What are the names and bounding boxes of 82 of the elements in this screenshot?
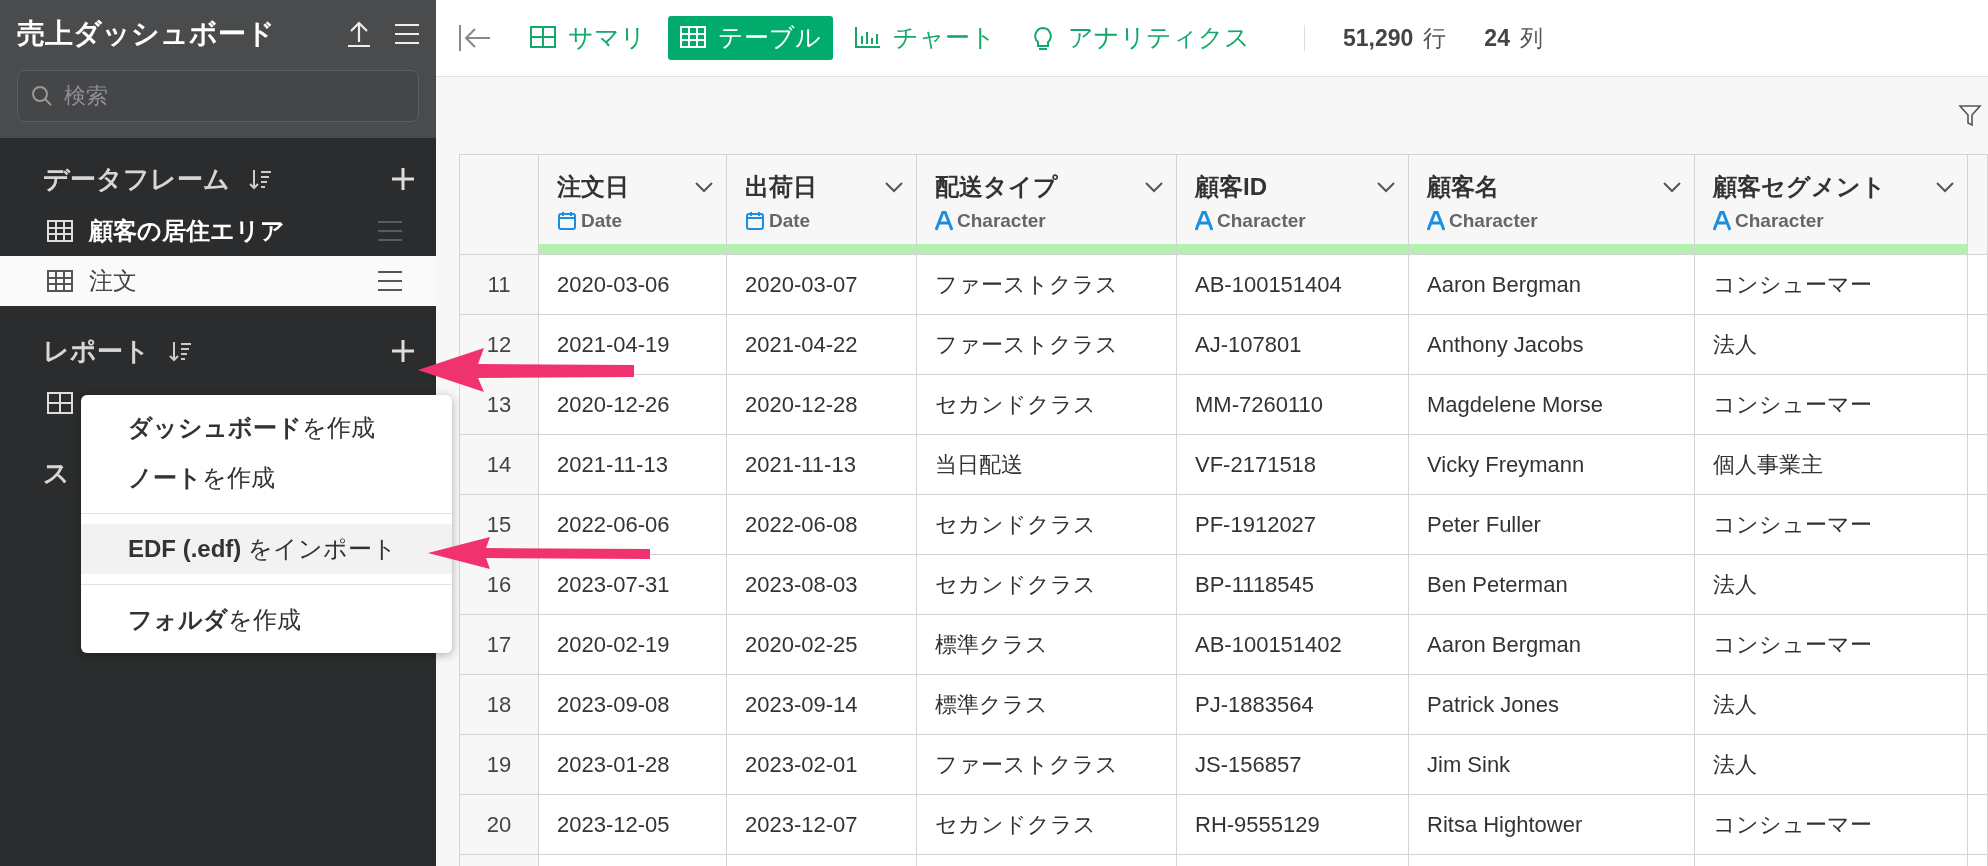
table-cell: AB-100151404 — [1176, 254, 1409, 315]
row-number: 17 — [459, 614, 539, 675]
column-name: 顧客セグメント — [1713, 172, 1887, 202]
column-type: Date — [581, 209, 623, 233]
table-cell: AB-100151402 — [1176, 614, 1409, 675]
table-cell: PJ-1883564 — [1176, 674, 1409, 735]
table-cell: 法人 — [1694, 674, 1968, 735]
table-cell: 2023-02-01 — [726, 734, 917, 795]
column-type: Date — [769, 209, 811, 233]
table-cell: コンシューマー — [1694, 374, 1968, 435]
sidebar-title: 売上ダッシュボード — [17, 17, 276, 51]
row-number: 11 — [459, 254, 539, 315]
table-cell: 法人 — [1694, 314, 1968, 375]
column-name: 出荷日 — [745, 172, 818, 202]
column-type: Character — [1735, 209, 1824, 233]
row-number: 18 — [459, 674, 539, 735]
row-count: 24 — [1484, 23, 1510, 53]
table-cell: Aaron Bergman — [1408, 614, 1695, 675]
table-cell: コンシューマー — [1694, 614, 1968, 675]
table-cell: Magdelene Morse — [1408, 374, 1695, 435]
table-cell: AJ-107801 — [1176, 314, 1409, 375]
table-cell: 2023-09-08 — [538, 674, 727, 735]
table-cell: PF-1912027 — [1176, 494, 1409, 555]
column-name: 顧客ID — [1195, 172, 1268, 202]
table-cell: 2022-06-08 — [726, 494, 917, 555]
row-number: 19 — [459, 734, 539, 795]
table-cell: 2023-08-03 — [726, 554, 917, 615]
table-cell: 2020-02-19 — [538, 614, 727, 675]
table-cell: 2020-02-25 — [726, 614, 917, 675]
table-cell: 当日配送 — [916, 434, 1177, 495]
table-cell: Ritsa Hightower — [1408, 794, 1695, 855]
table-cell: 2020-03-07 — [726, 254, 917, 315]
table-cell: 2021-04-22 — [726, 314, 917, 375]
column-name: 配送タイプ — [935, 172, 1059, 202]
table-cell: コンシューマー — [1694, 794, 1968, 855]
column-name: 顧客名 — [1427, 172, 1500, 202]
row-count: 51,290 — [1343, 23, 1414, 53]
column-type: Character — [1217, 209, 1306, 233]
table-cell: セカンドクラス — [916, 494, 1177, 555]
table-cell: ファーストクラス — [916, 254, 1177, 315]
table-cell: 法人 — [1694, 554, 1968, 615]
table-cell: 法人 — [1694, 734, 1968, 795]
table-cell: セカンドクラス — [916, 794, 1177, 855]
table-cell: 2021-11-13 — [538, 434, 727, 495]
count-unit: 列 — [1519, 23, 1543, 53]
table-cell: Peter Fuller — [1408, 494, 1695, 555]
table-cell: セカンドクラス — [916, 554, 1177, 615]
table-cell: 2020-03-06 — [538, 254, 727, 315]
table-cell: ファーストクラス — [916, 314, 1177, 375]
table-cell: コンシューマー — [1694, 254, 1968, 315]
table-cell: Ben Peterman — [1408, 554, 1695, 615]
table-cell: セカンドクラス — [916, 374, 1177, 435]
column-name: 注文日 — [557, 172, 630, 202]
section-title: ス — [43, 456, 70, 490]
section-title: レポート — [43, 334, 150, 368]
table-cell: VF-2171518 — [1176, 434, 1409, 495]
table-cell: MM-7260110 — [1176, 374, 1409, 435]
table-cell: 標準クラス — [916, 674, 1177, 735]
section-title: データフレーム — [43, 162, 230, 196]
table-cell: JS-156857 — [1176, 734, 1409, 795]
table-cell: 2023-12-07 — [726, 794, 917, 855]
table-cell: ファーストクラス — [916, 734, 1177, 795]
table-cell: Aaron Bergman — [1408, 254, 1695, 315]
table-cell: 2023-01-28 — [538, 734, 727, 795]
table-cell: コンシューマー — [1694, 494, 1968, 555]
table-cell: RH-9555129 — [1176, 794, 1409, 855]
table-cell: 2023-09-14 — [726, 674, 917, 735]
table-cell: 2020-12-28 — [726, 374, 917, 435]
count-unit: 行 — [1423, 23, 1447, 53]
table-cell: 標準クラス — [916, 614, 1177, 675]
row-number: 20 — [459, 794, 539, 855]
table-cell: 2023-12-05 — [538, 794, 727, 855]
table-cell: BP-1118545 — [1176, 554, 1409, 615]
column-type: Character — [957, 209, 1046, 233]
table-cell: 個人事業主 — [1694, 434, 1968, 495]
table-cell: Jim Sink — [1408, 734, 1695, 795]
row-number: 14 — [459, 434, 539, 495]
table-cell: Patrick Jones — [1408, 674, 1695, 735]
table-cell: Vicky Freymann — [1408, 434, 1695, 495]
table-cell: 2021-11-13 — [726, 434, 917, 495]
column-type: Character — [1449, 209, 1538, 233]
table-cell: Anthony Jacobs — [1408, 314, 1695, 375]
